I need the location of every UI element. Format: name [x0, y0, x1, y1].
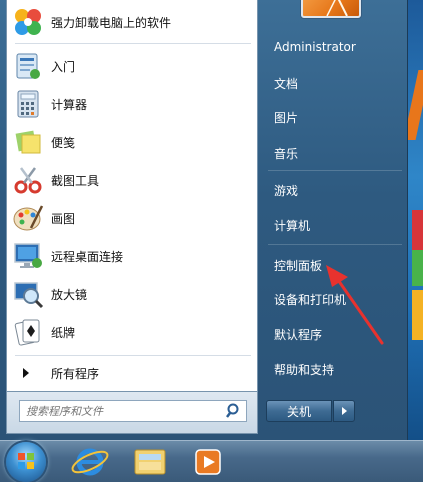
snipping-tool-icon: [11, 164, 45, 196]
pinned-item-label: 远程桌面连接: [51, 249, 124, 264]
start-orb-icon[interactable]: [6, 442, 46, 482]
divider: [15, 43, 251, 44]
calculator-icon: [11, 88, 45, 120]
pinned-item-label: 纸牌: [51, 325, 76, 340]
pinned-item-label: 入门: [51, 59, 76, 74]
pinned-item-label: 计算器: [51, 97, 88, 112]
media-player-icon[interactable]: [186, 444, 230, 480]
pinned-item-label: 放大镜: [51, 287, 88, 302]
pinned-item-getting-started[interactable]: 入门: [11, 48, 255, 84]
search-area: [6, 392, 258, 434]
file-explorer-icon[interactable]: [128, 444, 172, 480]
right-item-pictures[interactable]: 图片: [266, 104, 402, 130]
right-item-help-support[interactable]: 帮助和支持: [266, 356, 402, 382]
all-programs-button[interactable]: 所有程序: [11, 360, 255, 386]
pinned-item-label: 画图: [51, 211, 76, 226]
right-item-games[interactable]: 游戏: [266, 177, 402, 203]
shutdown-options-button[interactable]: [333, 400, 355, 422]
getting-started-icon: [11, 50, 45, 82]
taskbar: [0, 440, 423, 482]
divider: [268, 244, 402, 245]
pinned-item-uninstaller[interactable]: 强力卸载电脑上的软件: [11, 4, 255, 40]
right-item-music[interactable]: 音乐: [266, 140, 402, 166]
right-item-label: 计算机: [274, 218, 311, 233]
pinned-item-label: 截图工具: [51, 173, 100, 188]
programs-pane: 强力卸载电脑上的软件 入门 计算器 便笺 截图工具 画图 远程桌面连接 放大镜 …: [6, 0, 258, 392]
search-icon[interactable]: [225, 402, 243, 420]
annotation-arrow-icon: [326, 265, 384, 345]
pinned-item-label: 强力卸载电脑上的软件: [51, 15, 172, 30]
right-item-label: 游戏: [274, 183, 299, 198]
right-item-label: 帮助和支持: [274, 362, 335, 377]
divider: [15, 355, 251, 356]
paint-icon: [11, 202, 45, 234]
shutdown-label: 关机: [286, 404, 311, 419]
desktop-background: [403, 0, 423, 440]
shutdown-button[interactable]: 关机: [266, 400, 332, 422]
pinned-item-label: 便笺: [51, 135, 76, 150]
divider: [268, 170, 402, 171]
pinned-item-solitaire[interactable]: 纸牌: [11, 314, 255, 350]
triangle-right-icon: [341, 407, 347, 415]
right-item-label: 图片: [274, 110, 299, 125]
triangle-right-icon: [23, 368, 29, 378]
search-input[interactable]: [26, 402, 225, 420]
right-item-label: 文档: [274, 76, 299, 91]
sticky-notes-icon: [11, 126, 45, 158]
pinned-item-snipping-tool[interactable]: 截图工具: [11, 162, 255, 198]
internet-explorer-icon[interactable]: [68, 444, 112, 480]
all-programs-label: 所有程序: [51, 366, 100, 381]
pinned-item-remote-desktop[interactable]: 远程桌面连接: [11, 238, 255, 274]
uninstaller-icon: [11, 6, 45, 38]
right-item-administrator[interactable]: Administrator: [266, 34, 402, 60]
right-item-documents[interactable]: 文档: [266, 70, 402, 96]
pinned-item-paint[interactable]: 画图: [11, 200, 255, 236]
magnifier-icon: [11, 278, 45, 310]
remote-desktop-icon: [11, 240, 45, 272]
right-item-label: Administrator: [274, 40, 356, 54]
solitaire-icon: [11, 316, 45, 348]
right-item-label: 音乐: [274, 146, 299, 161]
search-box[interactable]: [19, 400, 247, 422]
pinned-item-magnifier[interactable]: 放大镜: [11, 276, 255, 312]
start-menu: 强力卸载电脑上的软件 入门 计算器 便笺 截图工具 画图 远程桌面连接 放大镜 …: [0, 0, 408, 440]
user-picture[interactable]: [301, 0, 361, 18]
right-item-computer[interactable]: 计算机: [266, 212, 402, 238]
pinned-item-calculator[interactable]: 计算器: [11, 86, 255, 122]
pinned-item-sticky-notes[interactable]: 便笺: [11, 124, 255, 160]
